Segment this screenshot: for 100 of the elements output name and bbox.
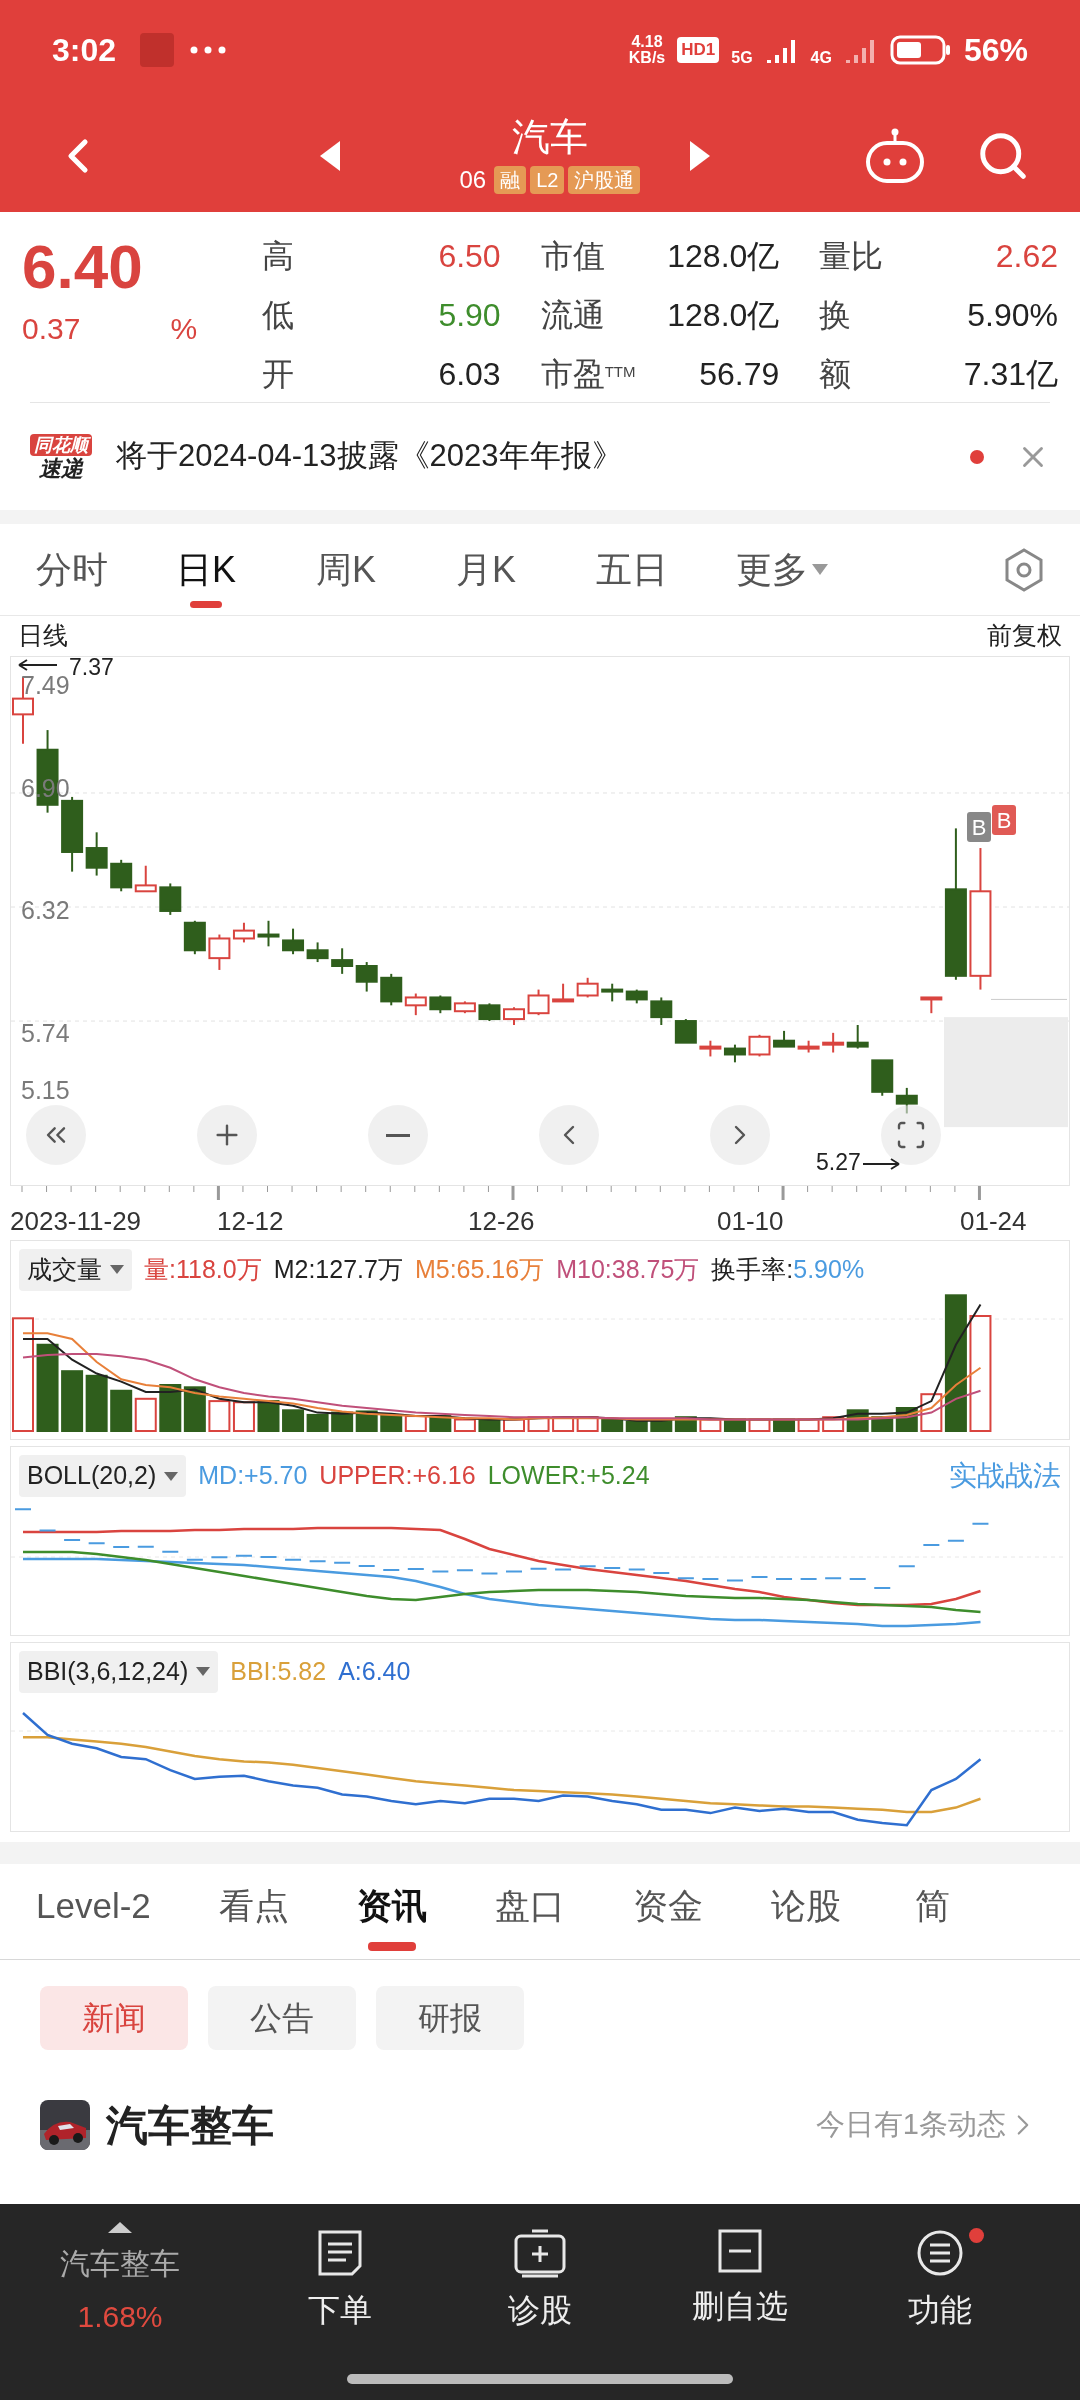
stat-label: 低 <box>262 296 294 335</box>
candlestick <box>895 1086 918 1115</box>
buy-marker: B <box>967 812 991 842</box>
info-tab[interactable]: 简 <box>908 1864 957 1959</box>
volume-bar <box>380 1414 403 1432</box>
stat-label: 额 <box>819 354 852 394</box>
stock-tag: 沪股通 <box>568 165 641 194</box>
minus-icon <box>386 1133 410 1137</box>
news-category-chip[interactable]: 新闻 <box>40 1986 188 2050</box>
expand-caret-icon <box>108 2222 132 2233</box>
volume-bar <box>723 1418 746 1432</box>
stock-code: 06 <box>459 164 487 195</box>
candlestick <box>183 919 206 956</box>
announcement-text[interactable]: 将于2024-04-13披露《2023年年报》 <box>116 433 623 480</box>
candlestick <box>429 994 452 1015</box>
candlestick <box>404 992 427 1017</box>
stock-tag: L2 <box>530 165 565 194</box>
candlestick <box>797 1039 820 1054</box>
candlestick <box>699 1039 722 1058</box>
indicator-value: 换手率: <box>711 1254 794 1285</box>
volume-bar <box>773 1418 796 1432</box>
sector-summary[interactable]: 汽车整车 1.68% <box>0 2222 240 2339</box>
candlestick <box>871 1059 894 1097</box>
indicator-value: A:6.40 <box>338 1656 411 1687</box>
price-axis-label: 5.74 <box>21 1019 70 1047</box>
stat-value: 128.0亿 <box>667 296 780 335</box>
stock-tag: 融 <box>494 165 527 194</box>
stat-label: 量比 <box>819 237 884 277</box>
news-category-chip[interactable]: 研报 <box>376 1986 524 2050</box>
stat-value: 5.90% <box>967 296 1058 335</box>
volume-bar <box>650 1418 673 1432</box>
menu-icon <box>915 2228 965 2278</box>
info-tab[interactable]: 论股 <box>770 1864 841 1959</box>
candlestick <box>650 996 673 1026</box>
news-category-chip[interactable]: 公告 <box>208 1986 356 2050</box>
network-type: 4G <box>810 48 832 68</box>
info-tab[interactable]: 资金 <box>632 1864 703 1959</box>
stat-label: 市盈$^{TTM}$ <box>540 354 636 394</box>
stat-value: 6.03 <box>438 354 501 394</box>
minus-square-icon <box>717 2228 763 2274</box>
stat-value: 2.62 <box>995 237 1058 277</box>
stat-value: 56.79 <box>699 354 780 394</box>
high-price-marker: 7.37 <box>69 657 114 680</box>
low-price-marker: 5.27 <box>816 1149 861 1175</box>
volume-bar <box>625 1420 648 1432</box>
candlestick <box>920 996 943 1015</box>
sector-change: 1.68% <box>77 2299 163 2335</box>
candlestick <box>257 919 280 948</box>
chart-tab[interactable]: 五日 <box>596 531 668 608</box>
candlestick <box>453 1000 476 1015</box>
date-axis-label: 12-12 <box>217 1205 284 1238</box>
toolbar-button[interactable]: 删自选 <box>640 2222 840 2330</box>
info-tab[interactable]: 资讯 <box>356 1864 427 1959</box>
previous-stock-icon[interactable] <box>319 141 340 171</box>
toolbar-button[interactable]: 下单 <box>240 2222 440 2334</box>
price-change: 0.37 <box>22 310 81 347</box>
indicator-value: 5.90% <box>793 1254 865 1285</box>
corner-brackets-icon <box>895 1119 927 1151</box>
indicator-selector[interactable]: 成交量 <box>19 1249 132 1291</box>
candlestick <box>674 1018 697 1044</box>
next-stock-icon[interactable] <box>690 141 711 171</box>
battery-icon <box>889 34 952 66</box>
toolbar-button[interactable]: 诊股 <box>440 2222 640 2334</box>
volume-bar <box>232 1400 255 1432</box>
indicator-value: MD:+5.70 <box>198 1460 308 1492</box>
chart-tab[interactable]: 周K <box>316 531 376 608</box>
volume-bar <box>748 1418 771 1432</box>
toolbar-button[interactable]: 功能 <box>840 2222 1040 2334</box>
volume-bar <box>61 1369 84 1432</box>
chart-tab[interactable]: 日K <box>176 531 236 608</box>
status-time: 3:02 <box>52 31 117 70</box>
robot-icon[interactable] <box>864 128 926 184</box>
indicator-selector[interactable]: BOLL(20,2) <box>19 1455 187 1497</box>
volume-bar <box>183 1385 206 1432</box>
stat-value: 7.31亿 <box>963 354 1058 394</box>
network-type: 5G <box>731 48 753 68</box>
settings-icon[interactable] <box>1004 547 1044 592</box>
chart-tab[interactable]: 分时 <box>36 531 108 608</box>
network-speed-unit: KB/s <box>628 50 666 66</box>
chart-tab[interactable]: 更多 <box>736 531 828 608</box>
volume-bar <box>159 1383 182 1432</box>
indicator-selector[interactable]: BBI(3,6,12,24) <box>19 1651 219 1693</box>
candlestick <box>625 988 648 1005</box>
volume-bar <box>797 1418 820 1432</box>
info-tab[interactable]: 盘口 <box>494 1864 565 1959</box>
news-logo: 同花顺 速递 <box>30 433 92 480</box>
date-axis-label: 2023-11-29 <box>10 1205 142 1238</box>
hd-indicator: HD1 <box>677 37 720 63</box>
indicator-value: BBI:5.82 <box>230 1656 327 1687</box>
indicator-value: M2:127.7万 <box>273 1254 403 1285</box>
info-tab[interactable]: 看点 <box>218 1864 289 1959</box>
chart-tab[interactable]: 月K <box>456 531 516 608</box>
price-axis-label: 5.15 <box>21 1076 70 1104</box>
info-tab[interactable]: Level-2 <box>36 1864 151 1959</box>
stat-label: 流通 <box>540 296 605 335</box>
more-notifications-icon <box>190 46 227 54</box>
indicator-value: M5:65.16万 <box>414 1254 545 1285</box>
fullscreen-button[interactable] <box>881 1105 941 1165</box>
candlestick <box>822 1031 845 1054</box>
adjustment-toggle[interactable]: 前复权 <box>987 617 1062 655</box>
